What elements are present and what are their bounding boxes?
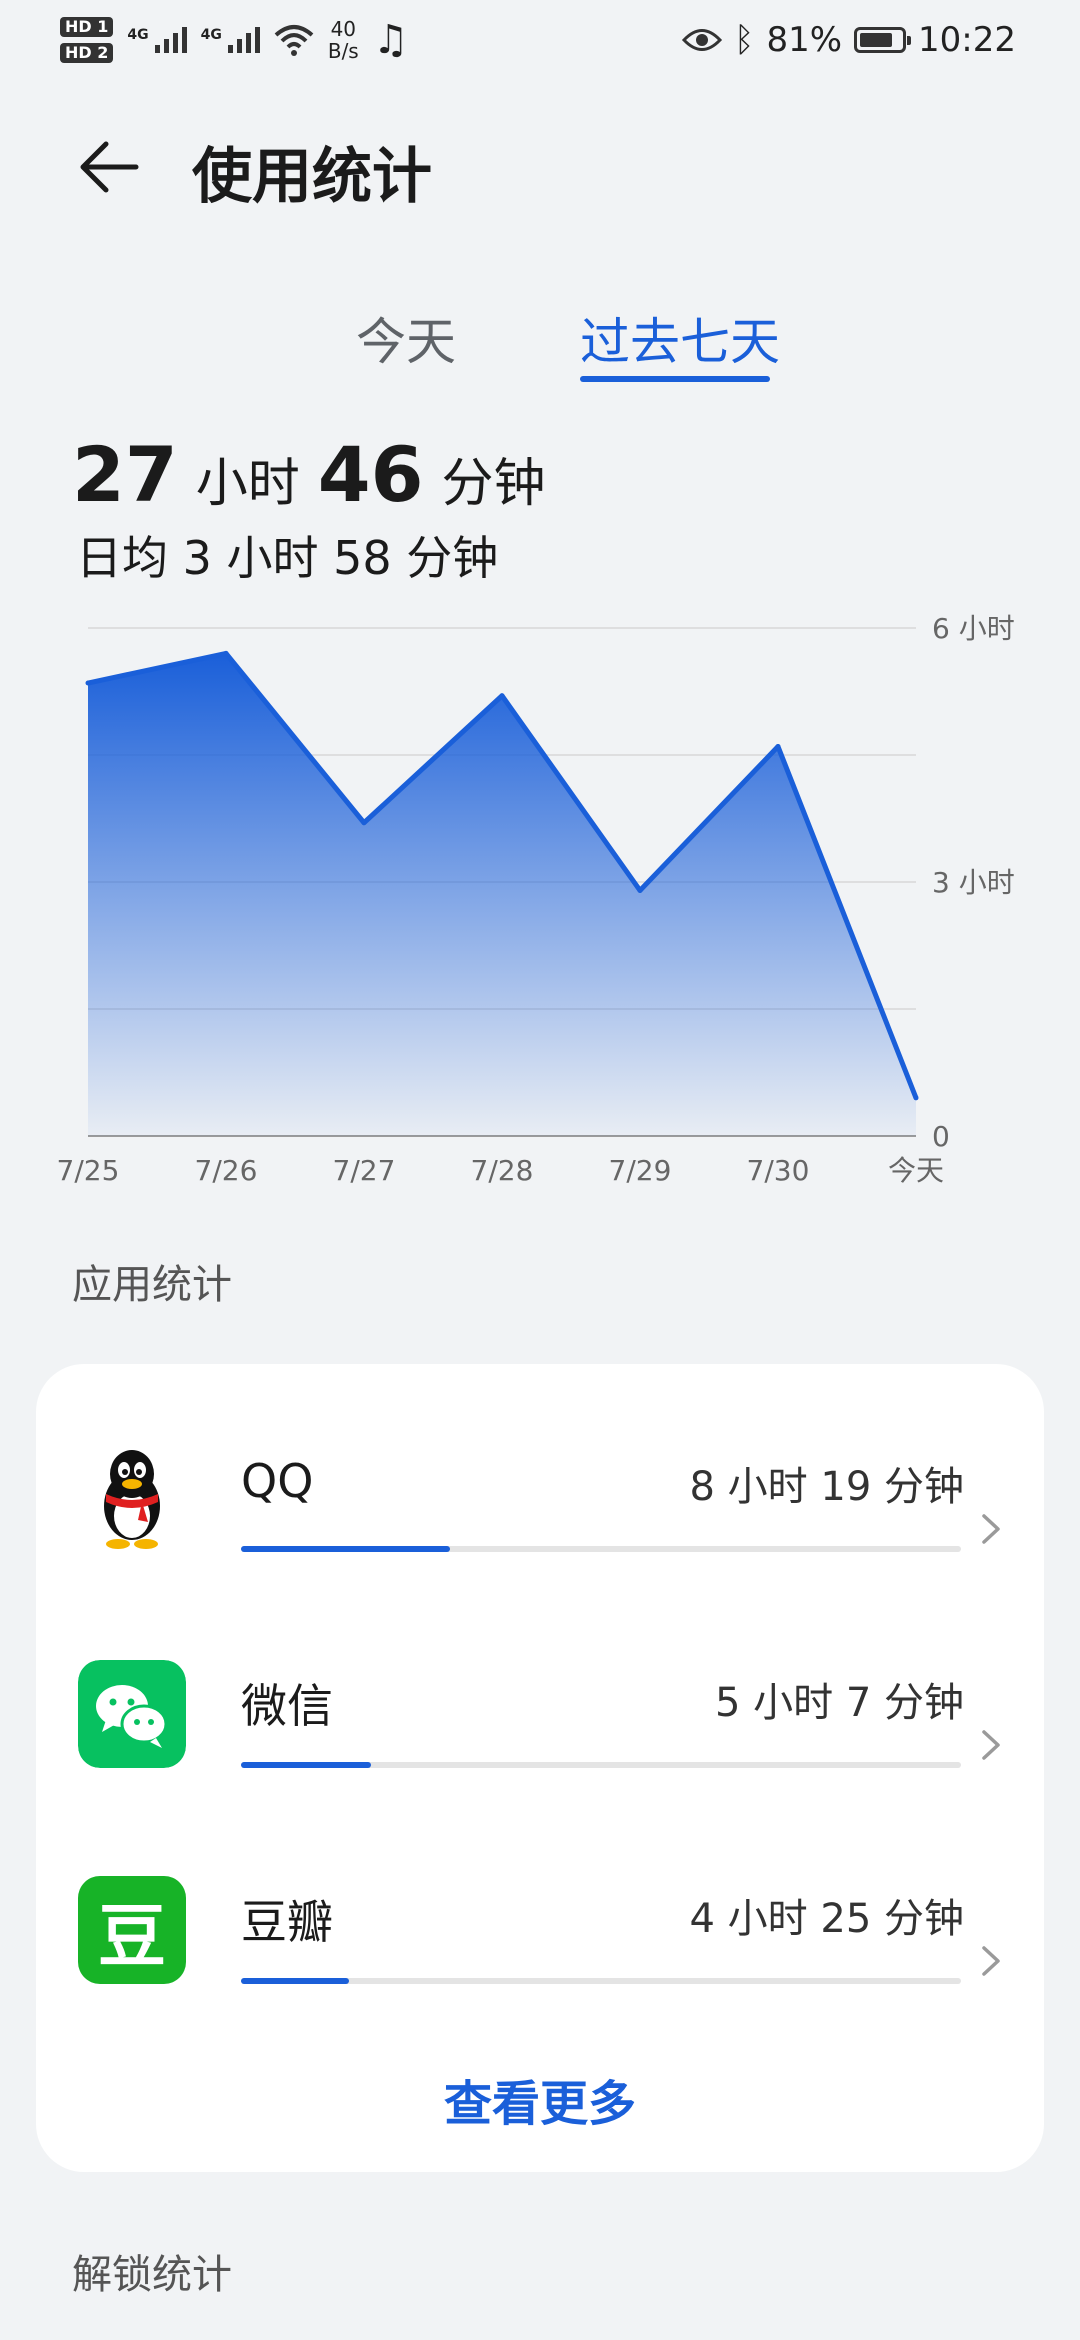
- app-time: 8 小时 19 分钟: [689, 1464, 965, 1510]
- app-time: 4 小时 25 分钟: [689, 1896, 965, 1942]
- x-tick-label: 7/27: [333, 1154, 396, 1187]
- data-point: [223, 650, 229, 656]
- usage-chart: 7/25 7/26 7/27 7/28 7/29 7/30 今天 6 小时 3 小时 0: [57, 612, 1015, 1187]
- chevron-right-icon: [982, 1946, 1000, 1976]
- hours-unit: 小时: [195, 454, 300, 514]
- status-left: HD 1 HD 2 4G 4G 40 B/s ♫: [60, 10, 409, 70]
- usage-track: [241, 1978, 961, 1984]
- battery-fill: [860, 33, 893, 47]
- data-point: [775, 744, 781, 750]
- wechat-icon: [78, 1660, 186, 1768]
- speed-unit: B/s: [327, 39, 359, 63]
- minutes-unit: 分钟: [441, 454, 546, 514]
- x-tick-label: 7/26: [195, 1154, 258, 1187]
- y-tick-label: 3 小时: [932, 866, 1015, 899]
- x-tick-label: 7/29: [609, 1154, 672, 1187]
- hd2-badge: HD 2: [60, 43, 114, 63]
- y-tick-label: 0: [932, 1120, 950, 1153]
- battery-icon: [854, 27, 912, 53]
- data-point: [913, 1095, 919, 1101]
- data-point: [361, 820, 367, 826]
- total-hours: 27: [72, 430, 178, 519]
- app-stats-card: QQ 8 小时 19 分钟 微信 5 小时 7 分钟 豆 豆瓣 4 小时 25 …: [36, 1364, 1044, 2172]
- status-right: ᛒ 81% 10:22: [682, 10, 1016, 70]
- chevron-right-icon: [982, 1730, 1000, 1760]
- see-more-button[interactable]: 查看更多: [36, 2064, 1044, 2134]
- wifi-icon: [274, 25, 314, 56]
- hd1-badge: HD 1: [60, 17, 114, 37]
- data-point: [85, 680, 91, 686]
- usage-bar: [241, 1762, 371, 1768]
- qq-penguin-icon: [104, 1450, 160, 1549]
- unlock-stats-title: 解锁统计: [72, 2252, 232, 2298]
- speed-value: 40: [330, 17, 357, 41]
- x-tick-label: 7/28: [471, 1154, 534, 1187]
- usage-track: [241, 1546, 961, 1552]
- x-tick-label: 7/25: [57, 1154, 120, 1187]
- network-speed: 40 B/s: [328, 18, 359, 62]
- data-point: [637, 887, 643, 893]
- signal-1-icon: 4G: [127, 27, 187, 53]
- total-usage: 27 小时 46 分钟: [72, 430, 546, 519]
- y-tick-label: 6 小时: [932, 612, 1015, 645]
- app-time: 5 小时 7 分钟: [714, 1680, 964, 1726]
- page-title: 使用统计: [192, 142, 432, 212]
- network-type-1: 4G: [127, 27, 149, 43]
- network-type-2: 4G: [200, 27, 222, 43]
- app-row-douban[interactable]: 豆 豆瓣 4 小时 25 分钟: [36, 1856, 1044, 2016]
- bluetooth-icon: ᛒ: [734, 20, 755, 60]
- app-name: 豆瓣: [241, 1895, 333, 1949]
- app-row-qq[interactable]: QQ 8 小时 19 分钟: [36, 1424, 1044, 1584]
- clock: 10:22: [918, 20, 1016, 60]
- x-tick-label: 7/30: [747, 1154, 810, 1187]
- back-arrow-icon[interactable]: [74, 132, 144, 202]
- status-bar: HD 1 HD 2 4G 4G 40 B/s ♫ ᛒ 81% 10:22: [0, 0, 1080, 80]
- usage-bar: [241, 1978, 349, 1984]
- usage-bar: [241, 1546, 450, 1552]
- usage-track: [241, 1762, 961, 1768]
- signal-2-icon: 4G: [201, 27, 260, 53]
- x-tick-label: 今天: [888, 1154, 944, 1187]
- tab-today[interactable]: 今天: [356, 302, 456, 374]
- active-tab-indicator: [580, 376, 770, 382]
- battery-percent: 81%: [766, 20, 843, 60]
- douban-icon: 豆: [78, 1876, 186, 1984]
- hd-indicators: HD 1 HD 2: [60, 17, 114, 63]
- data-point: [499, 693, 505, 699]
- app-name: 微信: [241, 1679, 333, 1733]
- tab-past-seven-days[interactable]: 过去七天: [580, 302, 780, 374]
- app-stats-title: 应用统计: [72, 1262, 232, 1308]
- chevron-right-icon: [982, 1514, 1000, 1544]
- music-icon: ♫: [372, 17, 409, 63]
- app-row-wechat[interactable]: 微信 5 小时 7 分钟: [36, 1640, 1044, 1800]
- usage-area: [88, 653, 916, 1136]
- eye-comfort-icon: [682, 29, 723, 51]
- app-name: QQ: [241, 1454, 314, 1508]
- total-minutes: 46: [317, 430, 424, 519]
